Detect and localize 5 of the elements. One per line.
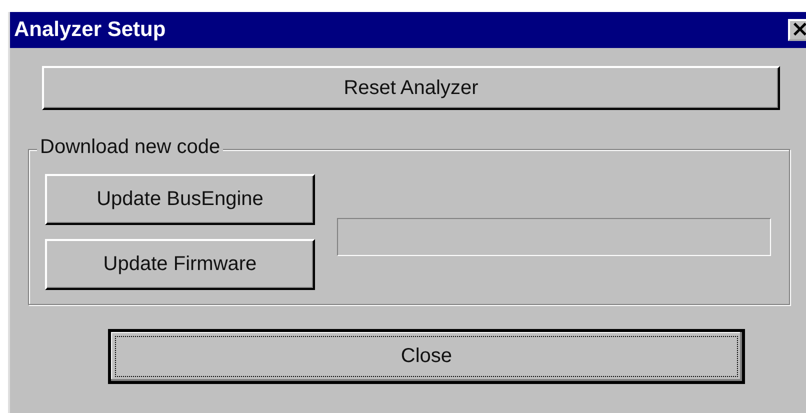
update-button[interactable]: Update Firmware [45,239,315,290]
reset-button[interactable]: Reset Analyzer [42,66,780,110]
update-button[interactable]: Update BusEngine [45,174,315,225]
close-button[interactable]: Close [108,329,745,384]
window-title: Analyzer Setup [14,18,166,42]
